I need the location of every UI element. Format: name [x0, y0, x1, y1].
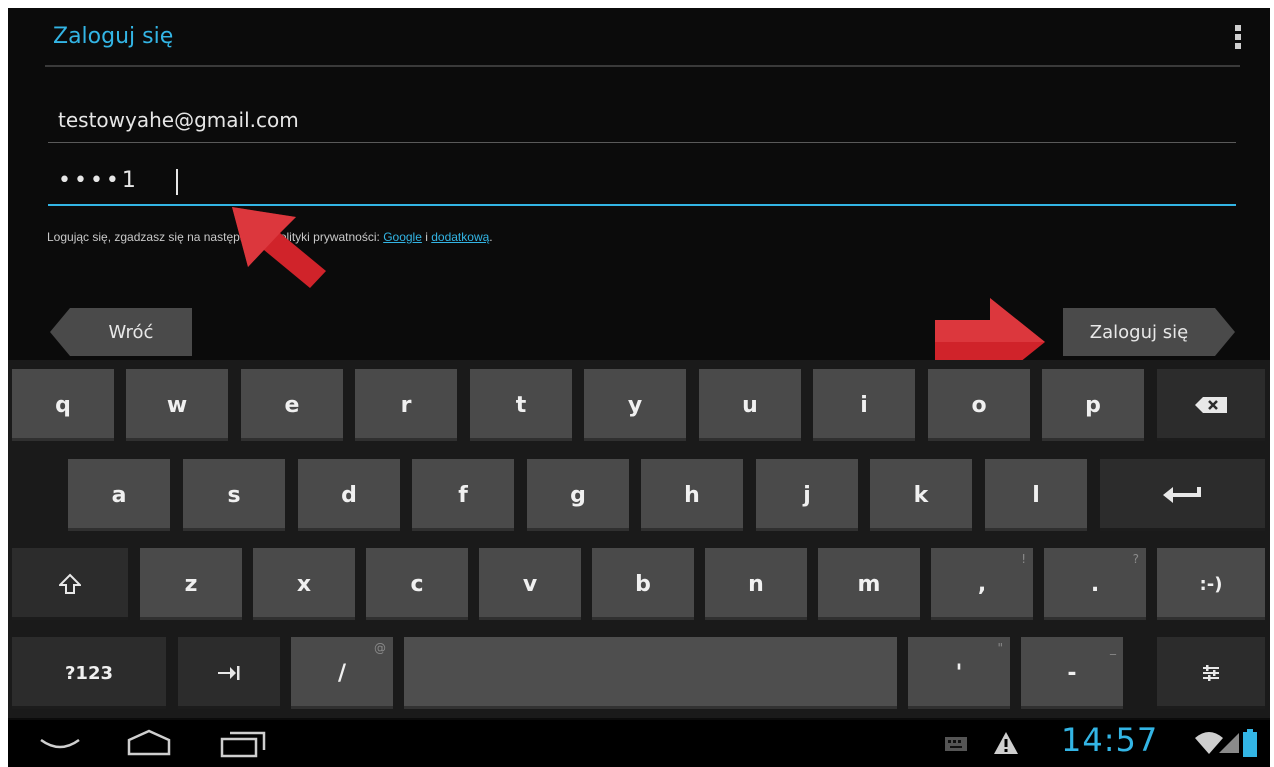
- key-slash-label: /: [337, 660, 347, 686]
- key-y[interactable]: y: [584, 369, 686, 441]
- sign-in-button-label: Zaloguj się: [1089, 321, 1189, 343]
- email-input[interactable]: [48, 100, 1158, 140]
- tab-icon: [218, 666, 240, 680]
- key-slash[interactable]: / @: [291, 637, 393, 709]
- backspace-icon: [1195, 397, 1227, 413]
- sign-in-button[interactable]: Zaloguj się: [1063, 308, 1235, 356]
- key-period-hint: ?: [1132, 552, 1139, 566]
- key-dash[interactable]: - _: [1021, 637, 1123, 709]
- battery-icon: [1243, 729, 1257, 757]
- key-i[interactable]: i: [813, 369, 915, 441]
- key-settings[interactable]: [1157, 637, 1265, 709]
- screen: Zaloguj się Logując się, zgadzasz się na…: [8, 8, 1270, 767]
- title-divider: [45, 65, 1240, 67]
- key-backspace[interactable]: [1157, 369, 1265, 441]
- key-period[interactable]: . ?: [1044, 548, 1146, 620]
- key-apostrophe-label: ': [955, 660, 963, 686]
- key-shift[interactable]: [12, 548, 128, 620]
- back-button[interactable]: Wróć: [50, 308, 192, 356]
- key-enter[interactable]: [1100, 459, 1265, 531]
- key-k[interactable]: k: [870, 459, 972, 531]
- nav-back-icon[interactable]: [38, 732, 82, 754]
- nav-home-icon[interactable]: [126, 728, 172, 758]
- key-j[interactable]: j: [756, 459, 858, 531]
- key-slash-hint: @: [374, 641, 386, 655]
- key-e[interactable]: e: [241, 369, 343, 441]
- key-a[interactable]: a: [68, 459, 170, 531]
- key-dash-label: -: [1067, 660, 1077, 686]
- key-z[interactable]: z: [140, 548, 242, 620]
- password-input[interactable]: [48, 160, 1158, 200]
- key-comma-hint: !: [1021, 552, 1026, 566]
- annotation-arrow-up-left: [232, 207, 326, 288]
- privacy-link-extra[interactable]: dodatkową: [431, 230, 489, 244]
- key-h[interactable]: h: [641, 459, 743, 531]
- soft-keyboard: q w e r t y u i o p a s d f g h j k l z …: [8, 360, 1270, 718]
- keyboard-settings-icon: [1203, 665, 1219, 681]
- key-c[interactable]: c: [366, 548, 468, 620]
- key-comma[interactable]: , !: [931, 548, 1033, 620]
- email-field-container: [48, 100, 1236, 143]
- warning-icon: [994, 732, 1018, 754]
- signal-icon: [1219, 733, 1239, 753]
- key-dash-hint: _: [1110, 641, 1116, 655]
- key-o[interactable]: o: [928, 369, 1030, 441]
- key-comma-label: ,: [977, 571, 987, 597]
- key-period-label: .: [1090, 571, 1100, 597]
- text-cursor: [176, 169, 178, 195]
- key-d[interactable]: d: [298, 459, 400, 531]
- system-navigation-bar: 14:57: [8, 720, 1270, 767]
- key-apostrophe-hint: ": [997, 641, 1003, 655]
- privacy-link-google[interactable]: Google: [383, 230, 422, 244]
- key-r[interactable]: r: [355, 369, 457, 441]
- key-q[interactable]: q: [12, 369, 114, 441]
- status-clock: 14:57: [1061, 721, 1159, 759]
- key-space[interactable]: [404, 637, 897, 709]
- key-symbols[interactable]: ?123: [12, 637, 166, 709]
- key-m[interactable]: m: [818, 548, 920, 620]
- key-g[interactable]: g: [527, 459, 629, 531]
- shift-icon: [59, 573, 81, 594]
- key-n[interactable]: n: [705, 548, 807, 620]
- privacy-suffix: .: [489, 230, 493, 244]
- back-button-label: Wróć: [108, 321, 154, 343]
- key-t[interactable]: t: [470, 369, 572, 441]
- enter-icon: [1162, 487, 1201, 503]
- password-field-container: [48, 160, 1236, 206]
- key-smiley[interactable]: :-): [1157, 548, 1265, 620]
- key-apostrophe[interactable]: ' ": [908, 637, 1010, 709]
- key-x[interactable]: x: [253, 548, 355, 620]
- key-s[interactable]: s: [183, 459, 285, 531]
- key-p[interactable]: p: [1042, 369, 1144, 441]
- overflow-menu-icon[interactable]: [1234, 25, 1242, 55]
- key-w[interactable]: w: [126, 369, 228, 441]
- page-title: Zaloguj się: [53, 24, 174, 49]
- privacy-text: Logując się, zgadzasz się na następujące…: [47, 230, 384, 244]
- privacy-separator: i: [421, 230, 432, 244]
- keyboard-status-icon: [945, 737, 967, 751]
- key-v[interactable]: v: [479, 548, 581, 620]
- key-l[interactable]: l: [985, 459, 1087, 531]
- key-tab[interactable]: [178, 637, 280, 709]
- key-b[interactable]: b: [592, 548, 694, 620]
- key-u[interactable]: u: [699, 369, 801, 441]
- key-f[interactable]: f: [412, 459, 514, 531]
- nav-recent-icon[interactable]: [220, 730, 268, 758]
